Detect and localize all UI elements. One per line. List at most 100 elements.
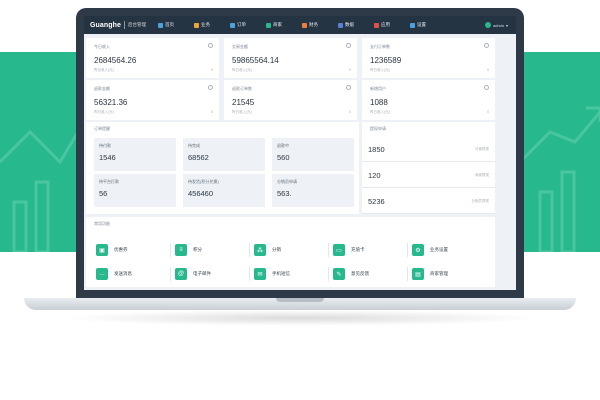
order-value: 563. xyxy=(277,189,292,198)
points-icon: ≡ xyxy=(175,244,187,256)
order-label: 待付款 xyxy=(99,143,111,148)
list-item[interactable]: 1850 分销提现 xyxy=(362,136,495,162)
order-value: 1546 xyxy=(99,153,116,162)
stat-label: 新增用户 xyxy=(370,86,386,91)
nav-item-label: 设置 xyxy=(417,22,427,27)
function-divider xyxy=(170,267,171,281)
function-item[interactable]: ✉ 手机短信 xyxy=(254,265,324,283)
info-icon[interactable] xyxy=(346,43,351,48)
top-navbar: Guanghe 后台管理 首页 业务 订单 商家 财务 数据 应用 设置 admin ▾ xyxy=(84,16,516,34)
stat-label: 支付订单数 xyxy=(370,44,390,49)
logo-divider xyxy=(124,21,126,29)
function-label: 意见反馈 xyxy=(351,271,369,276)
nav-item-5[interactable]: 数据 xyxy=(338,16,374,34)
settings-icon xyxy=(410,22,416,28)
brand-logo[interactable]: Guanghe xyxy=(84,22,121,29)
nav-item-1[interactable]: 业务 xyxy=(194,16,230,34)
nav-item-7[interactable]: 设置 xyxy=(410,16,446,34)
function-item[interactable]: ⚙ 业务设置 xyxy=(412,241,482,259)
order-box[interactable]: 待发货(积分兑换) 456460 xyxy=(183,174,265,207)
sms-icon: ✉ xyxy=(254,268,266,280)
order-value: 456460 xyxy=(188,189,214,198)
function-item[interactable]: ▤ 商家管理 xyxy=(412,265,482,283)
stat-percent: 0 xyxy=(349,110,351,114)
stat-value: 56321.36 xyxy=(94,98,128,107)
stat-value: 1236589 xyxy=(370,56,402,65)
info-icon[interactable] xyxy=(346,85,351,90)
nav-item-3[interactable]: 商家 xyxy=(266,16,302,34)
function-divider xyxy=(249,243,250,257)
function-label: 电子邮件 xyxy=(193,271,211,276)
stat-sub-label: 昨日收入(元) xyxy=(370,110,390,114)
list-item[interactable]: 5236 分销员提现 xyxy=(362,188,495,214)
function-label: 分销 xyxy=(272,247,281,252)
coupon-icon: ▣ xyxy=(96,244,108,256)
stat-label: 今日收入 xyxy=(94,44,110,49)
business-icon xyxy=(194,22,200,28)
order-box[interactable]: 待完成 68562 xyxy=(183,138,265,171)
laptop-notch xyxy=(276,298,324,302)
function-item[interactable]: ▭ 充值卡 xyxy=(333,241,403,259)
order-box[interactable]: 待付款 1546 xyxy=(94,138,176,171)
user-menu[interactable]: admin ▾ xyxy=(485,16,508,34)
list-item[interactable]: 120 商家提现 xyxy=(362,162,495,188)
dashboard-screen: Guanghe 后台管理 首页 业务 订单 商家 财务 数据 应用 设置 admin ▾ 今日… xyxy=(84,16,516,290)
function-item[interactable]: @ 电子邮件 xyxy=(175,265,245,283)
stat-card: 交易金额 59865564.14 昨日收入(元) 0 xyxy=(224,38,357,78)
order-label: 分销员申请 xyxy=(277,179,297,184)
recharge-card-icon: ▭ xyxy=(333,244,345,256)
app-icon xyxy=(374,22,380,28)
withdraw-panel-title: 提现申请 xyxy=(370,126,386,131)
laptop-shadow xyxy=(60,310,540,326)
function-item[interactable]: ≡ 积分 xyxy=(175,241,245,259)
stat-percent: 0 xyxy=(211,110,213,114)
function-divider xyxy=(328,267,329,281)
info-icon[interactable] xyxy=(208,43,213,48)
info-icon[interactable] xyxy=(484,43,489,48)
function-label: 业务设置 xyxy=(430,247,448,252)
stat-sub-label: 昨日收入(元) xyxy=(232,68,252,72)
withdraw-value: 1850 xyxy=(368,145,385,154)
function-item[interactable]: ✎ 意见反馈 xyxy=(333,265,403,283)
withdraw-tag: 商家提现 xyxy=(475,173,489,177)
home-icon xyxy=(158,22,164,28)
stat-card: 新增用户 1088 昨日收入(元) 0 xyxy=(362,80,495,120)
feedback-icon: ✎ xyxy=(333,268,345,280)
stat-card: 退款订单数 21545 昨日收入(元) 0 xyxy=(224,80,357,120)
order-label: 待平台打款 xyxy=(99,179,119,184)
order-box[interactable]: 分销员申请 563. xyxy=(272,174,354,207)
info-icon[interactable] xyxy=(208,85,213,90)
function-divider xyxy=(249,267,250,281)
withdraw-tag: 分销提现 xyxy=(475,147,489,151)
message-icon: … xyxy=(96,268,108,280)
merchant-manage-icon: ▤ xyxy=(412,268,424,280)
stat-label: 退款订单数 xyxy=(232,86,252,91)
functions-panel-title: 常用功能 xyxy=(94,221,110,226)
nav-item-4[interactable]: 财务 xyxy=(302,16,338,34)
function-item[interactable]: ▣ 优惠券 xyxy=(96,241,166,259)
nav-item-6[interactable]: 应用 xyxy=(374,16,410,34)
stat-sub-label: 昨日收入(元) xyxy=(370,68,390,72)
withdraw-panel: 提现申请 1850 分销提现 120 商家提现 5236 分销员提现 xyxy=(362,122,495,214)
function-item[interactable]: … 发送消息 xyxy=(96,265,166,283)
stat-percent: 0 xyxy=(349,68,351,72)
stat-label: 交易金额 xyxy=(232,44,248,49)
function-item[interactable]: ⁂ 分销 xyxy=(254,241,324,259)
nav-item-label: 数据 xyxy=(345,22,355,27)
nav-item-0[interactable]: 首页 xyxy=(158,16,194,34)
stat-sub-label: 昨日收入(元) xyxy=(232,110,252,114)
stat-value: 2684564.26 xyxy=(94,56,137,65)
user-name: admin xyxy=(493,22,504,28)
order-box[interactable]: 退款中 560 xyxy=(272,138,354,171)
nav-item-label: 首页 xyxy=(165,22,175,27)
function-label: 发送消息 xyxy=(114,271,132,276)
nav-item-2[interactable]: 订单 xyxy=(230,16,266,34)
distribution-icon: ⁂ xyxy=(254,244,266,256)
withdraw-tag: 分销员提现 xyxy=(471,199,490,203)
info-icon[interactable] xyxy=(484,85,489,90)
function-label: 积分 xyxy=(193,247,202,252)
order-box[interactable]: 待平台打款 56 xyxy=(94,174,176,207)
gear-icon: ⚙ xyxy=(412,244,424,256)
data-icon xyxy=(338,22,344,28)
order-value: 560 xyxy=(277,153,290,162)
